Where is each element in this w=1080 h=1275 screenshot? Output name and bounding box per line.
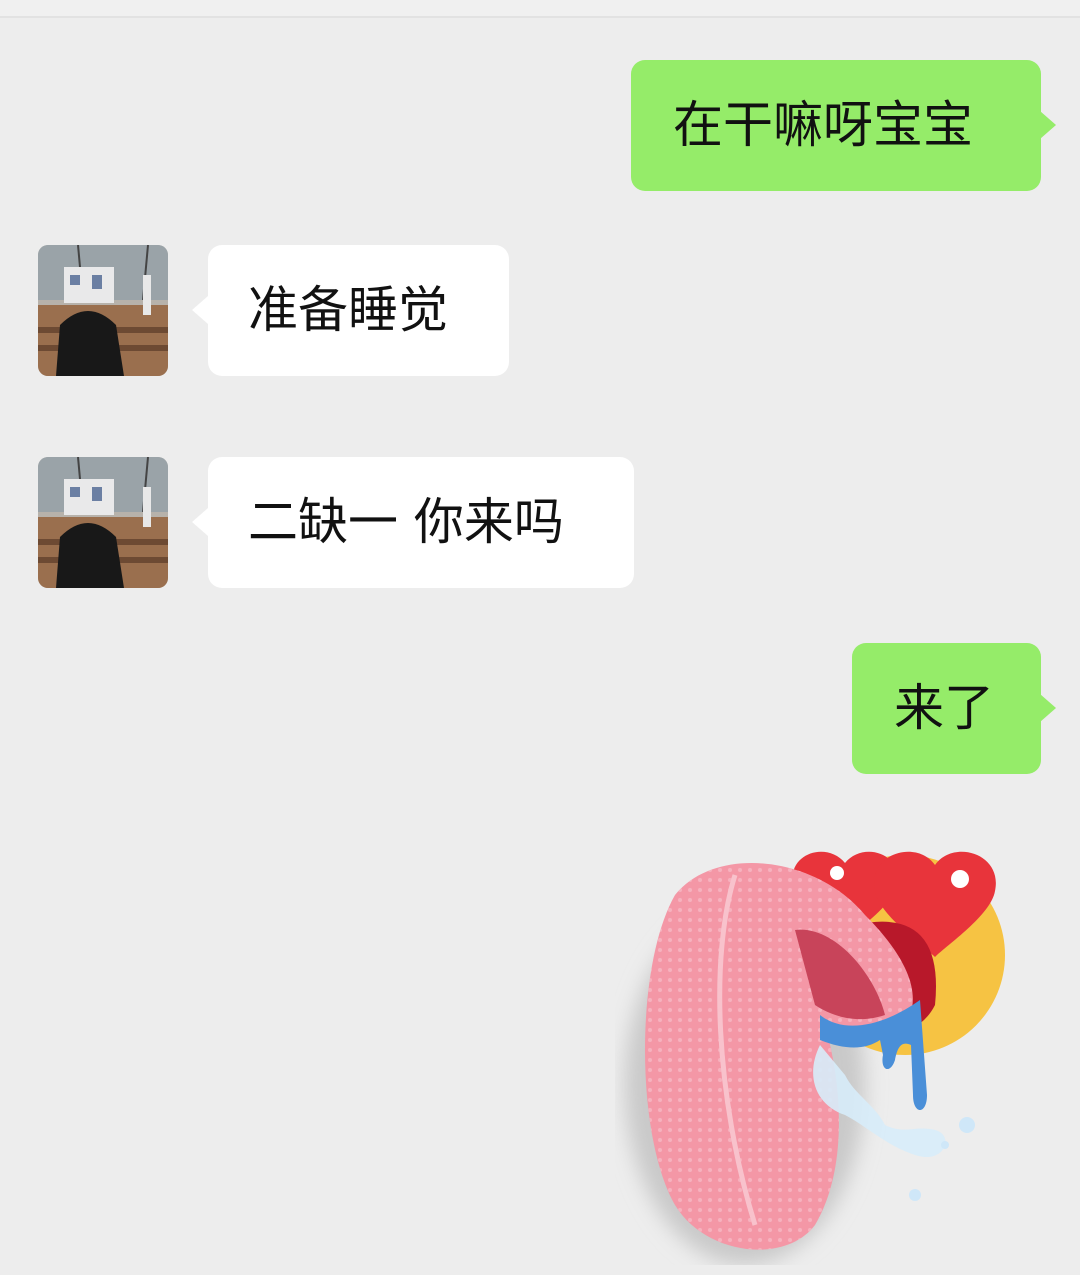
bubble-tail-icon: [1040, 111, 1056, 139]
message-bubble-outgoing[interactable]: 来了: [852, 643, 1041, 774]
message-text: 来了: [894, 679, 994, 737]
avatar-photo-icon: [38, 245, 168, 376]
contact-avatar[interactable]: [38, 457, 168, 588]
drooling-love-emoji-icon: [625, 851, 1005, 1265]
sticker-message[interactable]: [615, 835, 1015, 1265]
bubble-tail-icon: [192, 296, 208, 324]
message-bubble-outgoing[interactable]: 在干嘛呀宝宝: [631, 60, 1041, 191]
message-bubble-incoming[interactable]: 准备睡觉: [208, 245, 509, 376]
avatar-photo-icon: [38, 457, 168, 588]
message-row-outgoing: 来了: [0, 643, 1080, 774]
message-text: 在干嘛呀宝宝: [673, 96, 973, 154]
message-row-outgoing: 在干嘛呀宝宝: [0, 60, 1080, 191]
message-text: 准备睡觉: [248, 281, 448, 339]
message-row-incoming: 二缺一 你来吗: [0, 457, 1080, 588]
contact-avatar[interactable]: [38, 245, 168, 376]
message-bubble-incoming[interactable]: 二缺一 你来吗: [208, 457, 634, 588]
top-divider: [0, 0, 1080, 18]
message-row-incoming: 准备睡觉: [0, 245, 1080, 376]
message-text: 二缺一 你来吗: [248, 493, 564, 551]
bubble-tail-icon: [192, 508, 208, 536]
bubble-tail-icon: [1040, 694, 1056, 722]
